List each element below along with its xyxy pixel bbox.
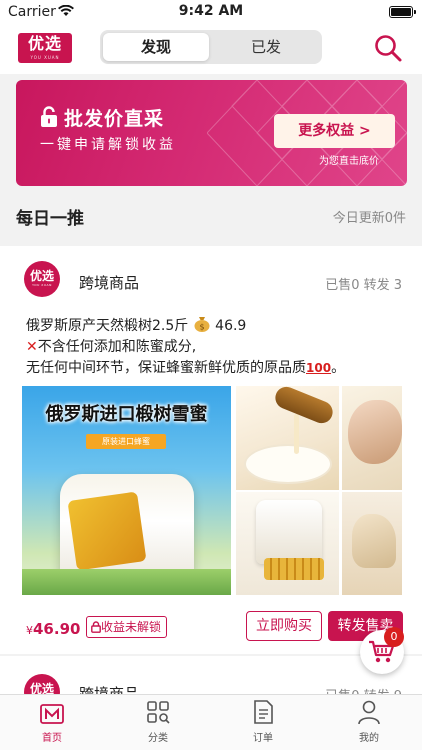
home-icon bbox=[40, 704, 64, 724]
shop-name: 跨境商品 bbox=[79, 274, 140, 292]
cross-mark-icon: ✕ bbox=[26, 339, 38, 355]
profile-icon bbox=[358, 700, 380, 725]
shop-avatar: 优选 YOU XUAN bbox=[24, 261, 60, 297]
banner-note: 为您直击底价 bbox=[319, 156, 379, 167]
money-bag-icon: $ bbox=[194, 317, 210, 332]
top-nav: 优选 YOU XUAN 发现 已发 bbox=[0, 24, 422, 74]
product-main-image[interactable]: 俄罗斯进口椴树雪蜜 原装进口蜂蜜 bbox=[22, 386, 231, 595]
wholesale-banner[interactable]: 批发价直采 一键申请解锁收益 更多权益 > 为您直击底价 bbox=[16, 80, 407, 186]
banner-title: 批发价直采 bbox=[64, 108, 165, 130]
product-image-2[interactable] bbox=[236, 386, 339, 490]
update-count: 今日更新0件 bbox=[332, 211, 406, 226]
lock-icon bbox=[41, 106, 57, 127]
hundred-points-icon: 100 bbox=[306, 361, 332, 375]
product-image-grid: 俄罗斯进口椴树雪蜜 原装进口蜂蜜 bbox=[22, 386, 402, 596]
image-caption: 俄罗斯进口椴树雪蜜 bbox=[45, 404, 208, 425]
tabbar-item-orders[interactable]: 订单 bbox=[233, 699, 293, 747]
lock-icon bbox=[91, 621, 101, 633]
order-icon bbox=[254, 700, 273, 724]
shop-avatar: 优选 YOU XUAN bbox=[24, 674, 60, 696]
tabbar-item-home[interactable]: 首页 bbox=[22, 699, 82, 747]
product-image-4[interactable] bbox=[236, 492, 339, 595]
tabbar-item-category[interactable]: 分类 bbox=[128, 699, 188, 747]
segmented-control: 发现 已发 bbox=[100, 30, 322, 64]
app-logo: 优选 YOU XUAN bbox=[18, 33, 72, 63]
more-benefits-button[interactable]: 更多权益 > bbox=[274, 114, 395, 148]
product-description: 俄罗斯原产天然椴树2.5斤 $ 46.9 ✕不含任何添加和陈蜜成分, 无任何中间… bbox=[26, 317, 346, 376]
banner-subtitle: 一键申请解锁收益 bbox=[40, 137, 176, 153]
app-screen: Carrier 9:42 AM 优选 YOU XUAN 发现 已发 批发价直采 … bbox=[0, 0, 422, 750]
category-icon bbox=[147, 701, 170, 724]
image-tag: 原装进口蜂蜜 bbox=[86, 434, 166, 449]
cart-count-badge: 0 bbox=[384, 627, 404, 647]
status-bar: Carrier 9:42 AM bbox=[0, 0, 422, 24]
tab-posted[interactable]: 已发 bbox=[213, 33, 319, 61]
clock: 9:42 AM bbox=[178, 3, 244, 19]
product-image-3[interactable] bbox=[342, 386, 402, 490]
battery-icon bbox=[389, 6, 416, 18]
product-price: ¥46.90 bbox=[26, 620, 81, 638]
bottom-tab-bar: 首页 分类 订单 我的 bbox=[0, 694, 422, 750]
tab-discover[interactable]: 发现 bbox=[103, 33, 209, 61]
svg-text:$: $ bbox=[199, 323, 204, 332]
jar-label-illustration bbox=[67, 491, 147, 571]
product-card: 优选 YOU XUAN 跨境商品 已售0 转发 3 俄罗斯原产天然椴树2.5斤 … bbox=[0, 246, 422, 654]
buy-now-button[interactable]: 立即购买 bbox=[246, 611, 322, 641]
cart-button[interactable]: 0 bbox=[360, 627, 404, 674]
profit-locked-badge[interactable]: 收益未解锁 bbox=[86, 616, 168, 638]
section-title: 每日一推 bbox=[16, 209, 84, 229]
tabbar-item-profile[interactable]: 我的 bbox=[339, 699, 399, 747]
sales-stats: 已售0 转发 3 bbox=[325, 278, 402, 293]
product-image-5[interactable] bbox=[342, 492, 402, 595]
daily-pick-header: 每日一推 今日更新0件 bbox=[0, 192, 422, 238]
search-icon[interactable] bbox=[372, 32, 404, 64]
product-card: 优选 YOU XUAN 跨境商品 已售0 转发 9 bbox=[0, 656, 422, 696]
